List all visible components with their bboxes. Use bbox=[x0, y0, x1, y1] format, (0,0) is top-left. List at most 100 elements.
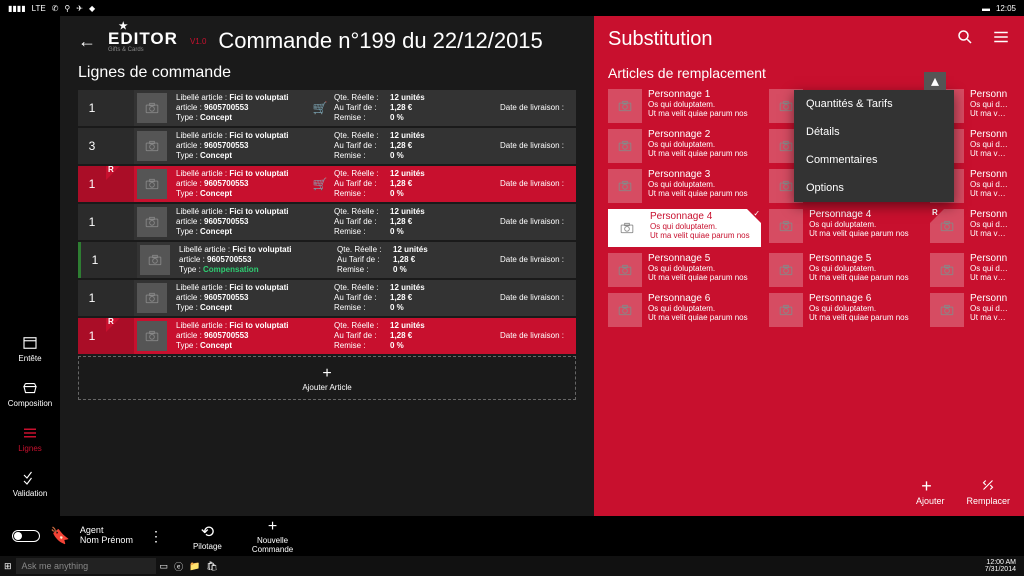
agent-info: Agent Nom Prénom bbox=[80, 526, 133, 546]
dropdown-item[interactable]: Commentaires bbox=[794, 146, 954, 174]
camera-icon bbox=[930, 253, 964, 287]
dropdown-item[interactable]: Quantités & Tarifs bbox=[794, 90, 954, 118]
substitution-subtitle: Articles de remplacement bbox=[608, 65, 1010, 81]
camera-icon[interactable] bbox=[137, 169, 167, 199]
options-dropdown: ▴ Quantités & TarifsDétailsCommentairesO… bbox=[794, 90, 954, 202]
camera-icon bbox=[608, 293, 642, 327]
hamburger-icon[interactable] bbox=[992, 28, 1010, 51]
camera-icon bbox=[769, 253, 803, 287]
row-number: 1 bbox=[78, 280, 106, 316]
version-label: V1.0 bbox=[190, 37, 206, 46]
replacement-article-card[interactable]: Personnage 6Os qui doluptatem.Ut ma veli… bbox=[769, 293, 922, 327]
camera-icon bbox=[769, 209, 803, 243]
row-badge: R bbox=[106, 166, 134, 202]
camera-icon bbox=[769, 293, 803, 327]
camera-icon bbox=[608, 129, 642, 163]
add-article-button[interactable]: +Ajouter Article bbox=[78, 356, 576, 400]
substitution-title: Substitution bbox=[608, 28, 713, 51]
row-number: 1 bbox=[78, 90, 106, 126]
row-badge bbox=[106, 280, 134, 316]
add-button[interactable]: + Ajouter bbox=[916, 476, 945, 506]
camera-icon bbox=[608, 253, 642, 287]
replacement-article-card[interactable]: Personnage 3Os qui doluptatem.Ut ma veli… bbox=[608, 169, 761, 203]
sidebar-item-entete[interactable]: Entête bbox=[0, 326, 60, 371]
replacement-article-card[interactable]: Personnage 5Os qui doluptatem.Ut ma veli… bbox=[769, 253, 922, 287]
store-icon[interactable]: 🛍 bbox=[206, 561, 217, 572]
row-number: 1 bbox=[78, 166, 106, 202]
camera-icon bbox=[610, 211, 644, 245]
replacement-article-card[interactable]: Personnage 6Os qui doluptatem.Ut ma veli… bbox=[608, 293, 761, 327]
camera-icon[interactable] bbox=[137, 93, 167, 123]
bookmark-icon[interactable]: 🔖 bbox=[50, 526, 70, 546]
replacement-article-card[interactable]: Personnage 5Os qui doluptatem.Ut ma veli… bbox=[608, 253, 761, 287]
nav-sidebar: Entête Composition Lignes Validation bbox=[0, 16, 60, 516]
airplane-icon: ✈ bbox=[76, 4, 83, 13]
row-number: 1 bbox=[81, 242, 109, 278]
row-badge bbox=[106, 128, 134, 164]
camera-icon: R bbox=[930, 209, 964, 243]
location-icon: ◆ bbox=[89, 4, 95, 13]
order-line-row[interactable]: 1Libellé article : Fici to voluptatiarti… bbox=[78, 242, 576, 278]
row-badge bbox=[106, 90, 134, 126]
camera-icon bbox=[608, 169, 642, 203]
app-bottom-bar: 🔖 Agent Nom Prénom ⋮ ⟲ Pilotage + Nouvel… bbox=[0, 516, 1024, 556]
dropdown-collapse-icon[interactable]: ▴ bbox=[924, 72, 946, 90]
camera-icon[interactable] bbox=[140, 245, 170, 275]
page-title: Commande n°199 du 22/12/2015 bbox=[218, 28, 542, 54]
pilotage-button[interactable]: ⟲ Pilotage bbox=[193, 522, 222, 551]
substitution-panel: Substitution Articles de remplacement ▴ … bbox=[594, 16, 1024, 516]
dropdown-item[interactable]: Détails bbox=[794, 118, 954, 146]
cart-icon[interactable]: 🛒 bbox=[313, 177, 328, 191]
camera-icon[interactable] bbox=[137, 207, 167, 237]
replace-button[interactable]: Remplacer bbox=[966, 476, 1010, 506]
sidebar-item-validation[interactable]: Validation bbox=[0, 461, 60, 506]
back-button[interactable]: ← bbox=[78, 31, 96, 52]
order-line-row[interactable]: 1Libellé article : Fici to voluptatiarti… bbox=[78, 280, 576, 316]
order-line-row[interactable]: 1RLibellé article : Fici to voluptatiart… bbox=[78, 166, 576, 202]
order-line-row[interactable]: 1RLibellé article : Fici to voluptatiart… bbox=[78, 318, 576, 354]
camera-icon bbox=[930, 293, 964, 327]
search-icon[interactable] bbox=[956, 28, 974, 51]
order-line-row[interactable]: 3Libellé article : Fici to voluptatiarti… bbox=[78, 128, 576, 164]
app-logo: ED★ITOR Gifts & Cards bbox=[108, 29, 178, 53]
order-line-row[interactable]: 1Libellé article : Fici to voluptatiarti… bbox=[78, 204, 576, 240]
section-title: Lignes de commande bbox=[60, 60, 594, 90]
cart-icon[interactable]: 🛒 bbox=[313, 101, 328, 115]
row-badge bbox=[109, 242, 137, 278]
dropdown-item[interactable]: Options bbox=[794, 174, 954, 202]
replacement-article-card[interactable]: PersonnOs qui doluptatem.Ut ma velit qui… bbox=[930, 253, 1010, 287]
new-order-button[interactable]: + Nouvelle Commande bbox=[252, 518, 293, 554]
toggle-switch[interactable] bbox=[12, 530, 40, 542]
windows-taskbar: ⊞ Ask me anything ▭ ⓔ 📁 🛍 12:00 AM 7/31/… bbox=[0, 556, 1024, 576]
camera-icon bbox=[608, 89, 642, 123]
camera-icon[interactable] bbox=[137, 321, 167, 351]
signal-icon: ▮▮▮▮ bbox=[8, 4, 26, 13]
camera-icon[interactable] bbox=[137, 131, 167, 161]
row-badge bbox=[106, 204, 134, 240]
explorer-icon[interactable]: 📁 bbox=[189, 561, 200, 572]
sidebar-item-lignes[interactable]: Lignes bbox=[0, 416, 60, 461]
phone-icon: ✆ bbox=[52, 4, 59, 13]
replacement-article-card[interactable]: RPersonnOs qui doluptatem.Ut ma velit qu… bbox=[930, 209, 1010, 247]
cortana-search[interactable]: Ask me anything bbox=[16, 558, 156, 574]
sidebar-item-composition[interactable]: Composition bbox=[0, 371, 60, 416]
row-badge: R bbox=[106, 318, 134, 354]
replacement-article-card[interactable]: Personnage 1Os qui doluptatem.Ut ma veli… bbox=[608, 89, 761, 123]
clock: 12:05 bbox=[996, 4, 1016, 13]
battery-icon: ▬ bbox=[982, 4, 990, 13]
replacement-article-card[interactable]: Personnage 2Os qui doluptatem.Ut ma veli… bbox=[608, 129, 761, 163]
row-number: 3 bbox=[78, 128, 106, 164]
camera-icon[interactable] bbox=[137, 283, 167, 313]
system-status-bar: ▮▮▮▮ LTE ✆ ⚲ ✈ ◆ ▬ 12:05 bbox=[0, 0, 1024, 16]
replacement-article-card[interactable]: Personnage 4Os qui doluptatem.Ut ma veli… bbox=[608, 209, 761, 247]
row-number: 1 bbox=[78, 204, 106, 240]
replacement-article-card[interactable]: PersonnOs qui doluptatem.Ut ma velit qui… bbox=[930, 293, 1010, 327]
start-icon[interactable]: ⊞ bbox=[4, 561, 12, 572]
edge-icon[interactable]: ⓔ bbox=[174, 560, 183, 573]
order-line-row[interactable]: 1Libellé article : Fici to voluptatiarti… bbox=[78, 90, 576, 126]
row-number: 1 bbox=[78, 318, 106, 354]
task-view-icon[interactable]: ▭ bbox=[160, 561, 169, 572]
more-icon[interactable]: ⋮ bbox=[149, 528, 163, 545]
order-lines-panel: ← ED★ITOR Gifts & Cards V1.0 Commande n°… bbox=[60, 16, 594, 516]
replacement-article-card[interactable]: Personnage 4Os qui doluptatem.Ut ma veli… bbox=[769, 209, 922, 247]
